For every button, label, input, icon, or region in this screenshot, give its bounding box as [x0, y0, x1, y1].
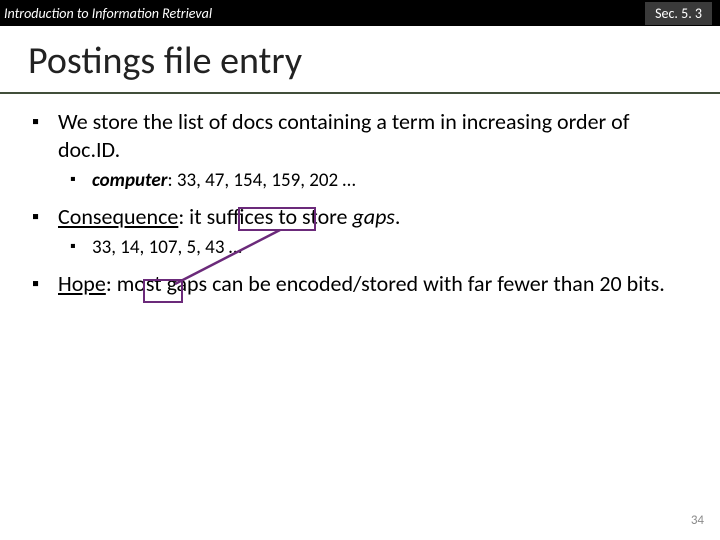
bullet-2a: 33, 14, 107, 5, 43 …: [92, 236, 682, 260]
topbar: Introduction to Information Retrieval Se…: [0, 0, 720, 26]
bullet-1a-term: computer: [92, 169, 167, 192]
bullet-3-label: Hope: [58, 270, 106, 297]
course-title: Introduction to Information Retrieval: [4, 5, 212, 22]
slide: Introduction to Information Retrieval Se…: [0, 0, 720, 540]
bullet-1: We store the list of docs containing a t…: [58, 108, 682, 193]
section-label: Sec. 5. 3: [645, 2, 712, 25]
bullet-2-label: Consequence: [58, 203, 178, 230]
bullet-2-end: .: [395, 203, 401, 230]
bullet-2-italic: gaps: [352, 203, 394, 230]
title-wrap: Postings file entry: [0, 26, 720, 94]
page-number: 34: [691, 513, 704, 528]
highlight-box-2: [143, 279, 183, 303]
highlight-box-1: [238, 207, 316, 231]
page-title: Postings file entry: [28, 38, 692, 84]
bullet-2a-text: 33, 14, 107, 5, 43 …: [92, 236, 242, 259]
slide-body: We store the list of docs containing a t…: [0, 94, 720, 298]
bullet-1a: computer: 33, 47, 154, 159, 202 …: [92, 169, 682, 193]
bullet-1a-rest: : 33, 47, 154, 159, 202 …: [167, 169, 355, 192]
bullet-2: Consequence: it suffices to store gaps. …: [58, 203, 682, 260]
bullet-list: We store the list of docs containing a t…: [58, 108, 682, 298]
bullet-1-text: We store the list of docs containing a t…: [58, 108, 629, 163]
bullet-3-rest: : most gaps can be encoded/stored with f…: [106, 270, 665, 297]
